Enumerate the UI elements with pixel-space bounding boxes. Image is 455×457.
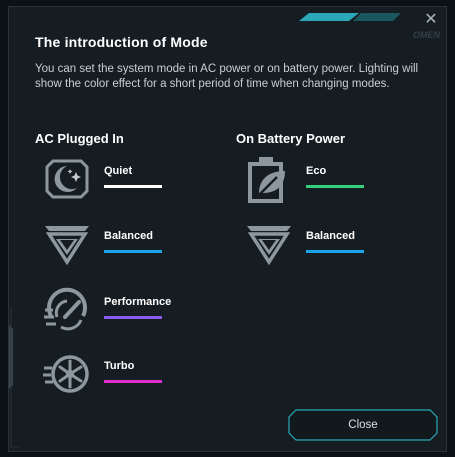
mode-label: Turbo xyxy=(104,360,135,372)
mode-label: Quiet xyxy=(104,165,133,177)
balanced-chevron-icon xyxy=(45,226,89,266)
mode-color-bar xyxy=(306,185,364,188)
accent-stripe xyxy=(299,13,359,21)
mode-color-bar xyxy=(306,250,364,253)
turbo-fan-icon xyxy=(43,355,89,393)
ac-mode-turbo: Turbo xyxy=(43,350,213,398)
speed-gauge-icon xyxy=(44,287,87,331)
ac-mode-quiet: Quiet xyxy=(43,155,213,203)
mode-color-bar xyxy=(104,380,162,383)
ac-mode-performance: Performance xyxy=(43,286,213,334)
mode-color-bar xyxy=(104,250,162,253)
dialog-description: You can set the system mode in AC power … xyxy=(35,63,419,90)
dialog-title: The introduction of Mode xyxy=(35,34,208,50)
mode-intro-dialog: ✕ OMEN The introduction of Mode You can … xyxy=(8,6,447,452)
ac-section-heading: AC Plugged In xyxy=(35,131,124,146)
mode-label: Eco xyxy=(306,165,327,177)
mode-label: Balanced xyxy=(306,230,355,242)
ac-mode-balanced: Balanced xyxy=(43,220,213,268)
accent-hatch xyxy=(353,13,401,21)
moon-stars-icon xyxy=(45,159,89,199)
close-button[interactable]: Close xyxy=(288,409,438,441)
battery-mode-eco: Eco xyxy=(245,155,415,203)
balanced-chevron-icon xyxy=(247,226,291,266)
battery-section-heading: On Battery Power xyxy=(236,131,346,146)
mode-color-bar xyxy=(104,185,162,188)
close-button-label: Close xyxy=(348,419,378,431)
battery-mode-balanced: Balanced xyxy=(245,220,415,268)
close-x-icon[interactable]: ✕ xyxy=(422,11,440,29)
brand-logo: OMEN xyxy=(413,30,440,40)
mode-color-bar xyxy=(104,316,162,319)
battery-leaf-icon xyxy=(248,157,285,203)
mode-label: Performance xyxy=(104,296,172,308)
mode-label: Balanced xyxy=(104,230,153,242)
